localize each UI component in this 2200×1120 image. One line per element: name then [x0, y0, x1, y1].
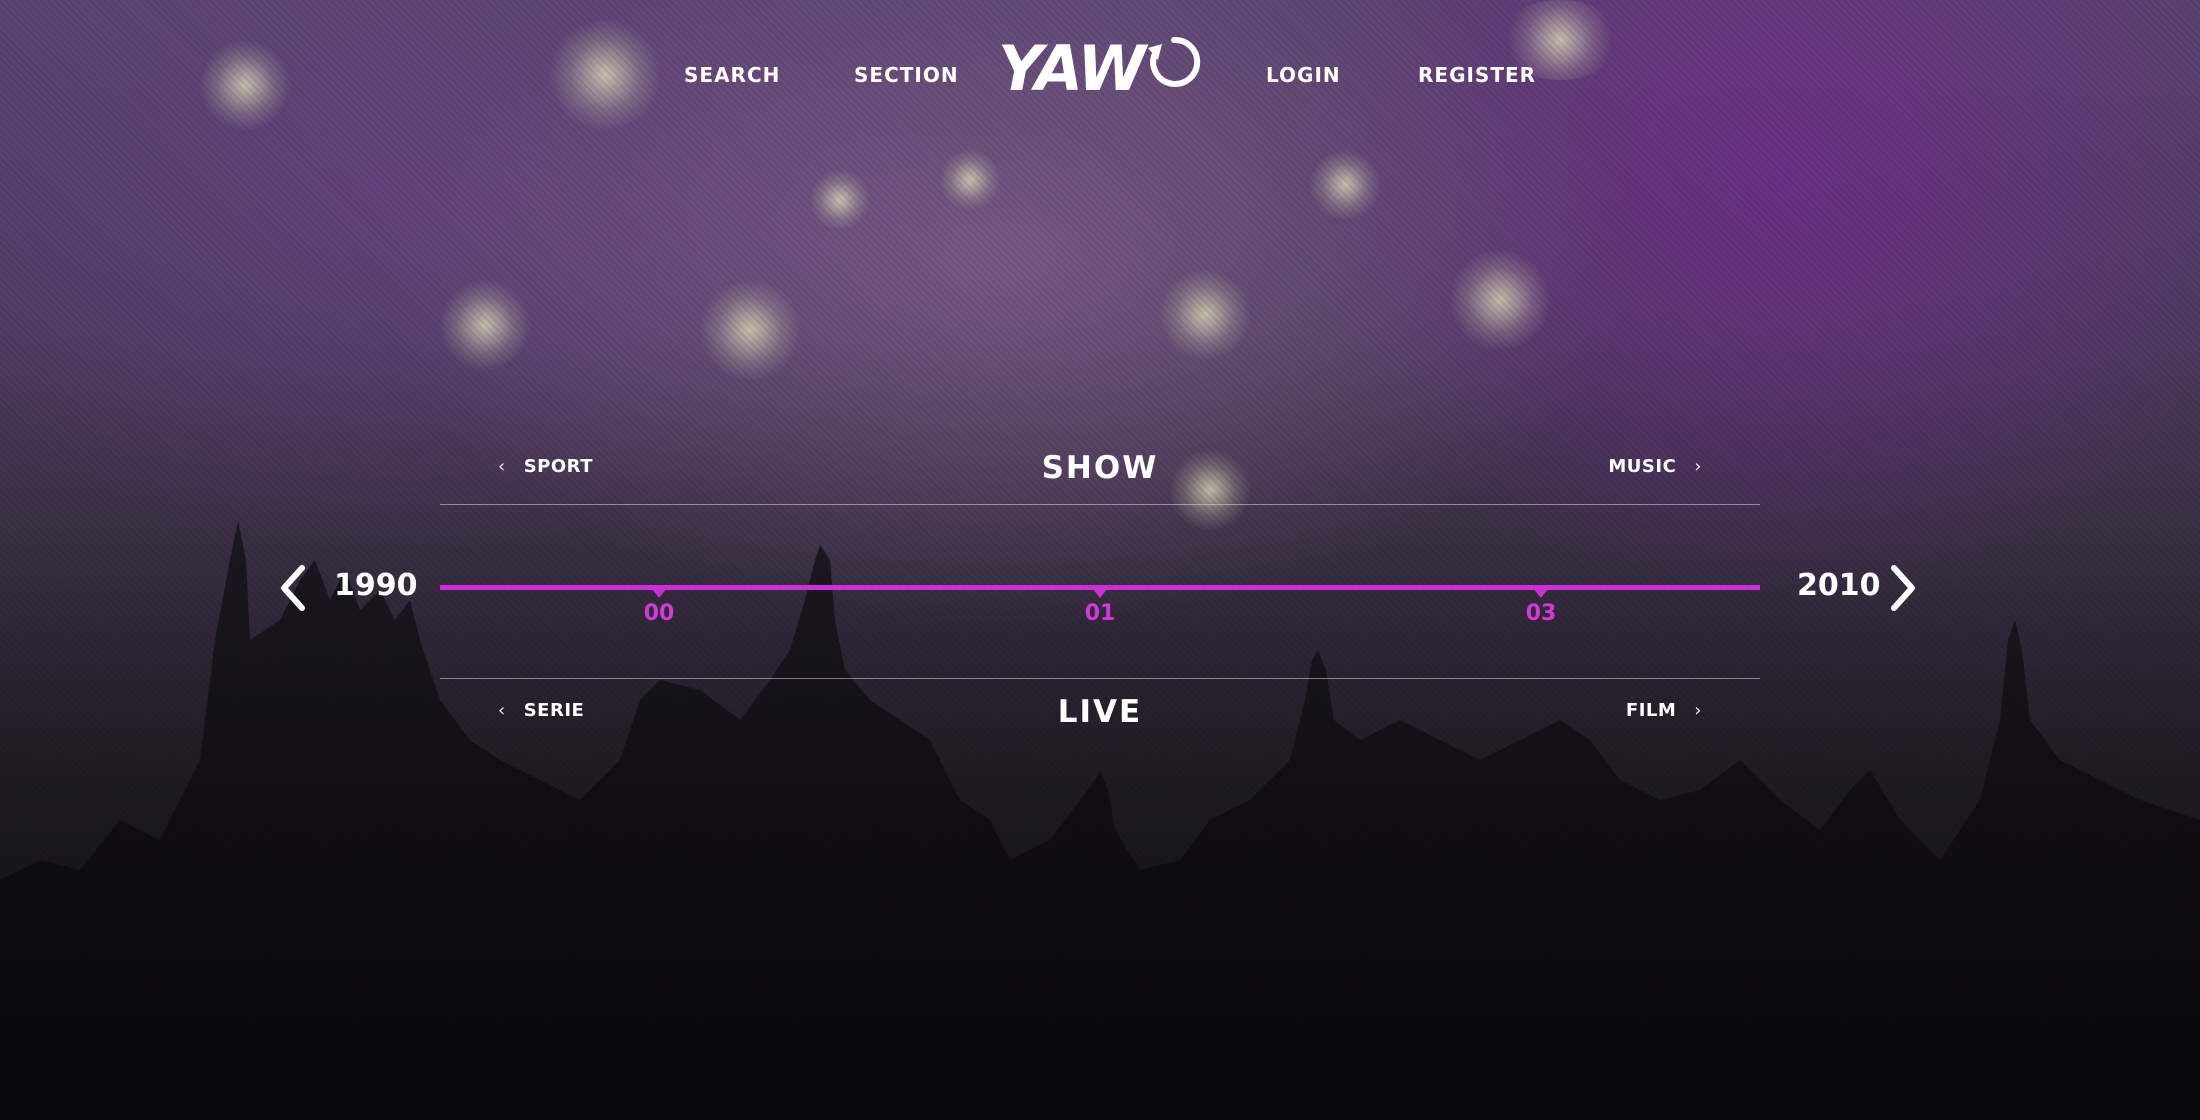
divider-top [440, 504, 1760, 505]
category-row-bottom: ‹ SERIE LIVE FILM › [440, 692, 1760, 732]
timeline-marker[interactable] [1093, 589, 1107, 598]
nav-login-link[interactable]: LOGIN [1266, 62, 1341, 88]
site-logo[interactable]: YAW [998, 30, 1202, 106]
next-category-label: FILM [1625, 700, 1677, 721]
timeline-end-year: 2010 [1797, 568, 1881, 603]
timeline-marker-label[interactable]: 01 [1070, 601, 1130, 626]
stage-light [440, 280, 530, 370]
timeline-start-year: 1990 [334, 568, 418, 603]
chevron-right-icon: › [1694, 455, 1702, 477]
hero-background: SEARCH SECTION YAW LOGIN REGISTER ‹ SPOR… [0, 0, 2200, 1120]
nav-register-link[interactable]: REGISTER [1418, 62, 1536, 88]
nav-section-link[interactable]: SECTION [854, 62, 959, 88]
stripe-overlay [0, 0, 2200, 1120]
divider-bottom [440, 678, 1760, 679]
crowd-silhouette [0, 520, 2200, 1120]
next-category-music[interactable]: MUSIC › [1608, 456, 1702, 477]
next-category-film[interactable]: FILM › [1626, 700, 1702, 721]
arrow-left-icon[interactable] [274, 562, 310, 614]
stage-light [700, 280, 800, 380]
chevron-right-icon: › [1694, 699, 1702, 721]
stage-light [550, 20, 660, 130]
stage-light [1160, 270, 1250, 360]
timeline-marker[interactable] [652, 589, 666, 598]
timeline-marker[interactable] [1534, 589, 1548, 598]
stage-light [810, 170, 870, 230]
logo-wordmark: YAW [998, 32, 1146, 105]
stage-light [200, 40, 290, 130]
arrow-right-icon[interactable] [1886, 562, 1922, 614]
stage-light [1450, 250, 1550, 350]
category-row-top: ‹ SPORT SHOW MUSIC › [440, 448, 1760, 488]
timeline-marker-label[interactable]: 00 [629, 601, 689, 626]
nav-search-link[interactable]: SEARCH [684, 62, 780, 88]
category-title-live: LIVE [1057, 694, 1143, 730]
stage-light [1310, 150, 1380, 220]
logo-circle-arrow-icon [1148, 36, 1201, 87]
next-category-label: MUSIC [1608, 456, 1677, 477]
stage-light [940, 150, 1000, 210]
category-title-show: SHOW [1041, 450, 1159, 486]
timeline-marker-label[interactable]: 03 [1511, 601, 1571, 626]
